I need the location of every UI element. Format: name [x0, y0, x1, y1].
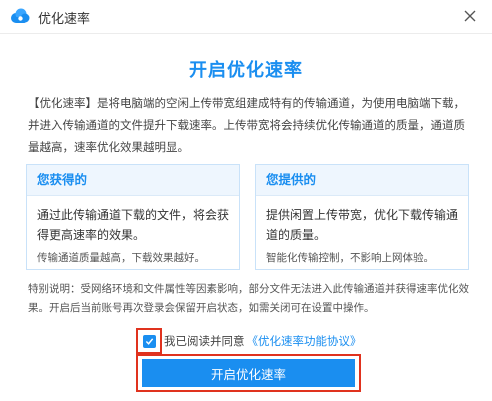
provide-card: 您提供的 提供闲置上传带宽，优化下载传输通道的质量。 智能化传输控制，不影响上网…: [255, 164, 469, 270]
agreement-row: 我已阅读并同意 《优化速率功能协议》: [136, 328, 362, 354]
checkbox-highlight-frame: [136, 328, 162, 354]
cloud-logo-icon: [10, 8, 30, 24]
window-title: 优化速率: [38, 12, 91, 27]
agreement-checkbox[interactable]: [142, 334, 156, 348]
agreement-text: 我已阅读并同意: [164, 334, 245, 348]
gain-card-body: 通过此传输通道下载的文件，将会获得更高速率的效果。: [37, 208, 230, 242]
button-highlight-frame: 开启优化速率: [136, 354, 361, 392]
page-heading: 开启优化速率: [189, 60, 303, 81]
agreement-link[interactable]: 《优化速率功能协议》: [247, 333, 362, 349]
intro-text: 【优化速率】是将电脑端的空闲上传带宽组建成特有的传输通道，为使用电脑端下载，并进…: [28, 96, 465, 154]
close-icon[interactable]: [458, 4, 482, 28]
gain-card-title: 您获得的: [27, 165, 239, 196]
gain-card: 您获得的 通过此传输通道下载的文件，将会获得更高速率的效果。 传输通道质量越高，…: [26, 164, 240, 270]
provide-card-title: 您提供的: [256, 165, 468, 196]
provide-card-note: 智能化传输控制，不影响上网体验。: [266, 252, 434, 264]
enable-optimization-button[interactable]: 开启优化速率: [142, 359, 355, 387]
provide-card-body: 提供闲置上传带宽，优化下载传输通道的质量。: [266, 208, 459, 242]
notice-text: 特别说明：受网络环境和文件属性等因素影响，部分文件无法进入此传输通道并获得速率优…: [28, 283, 469, 314]
title-bar: 优化速率: [0, 0, 492, 34]
gain-card-note: 传输通道质量越高，下载效果越好。: [37, 252, 205, 264]
checkmark-icon: [145, 337, 153, 345]
